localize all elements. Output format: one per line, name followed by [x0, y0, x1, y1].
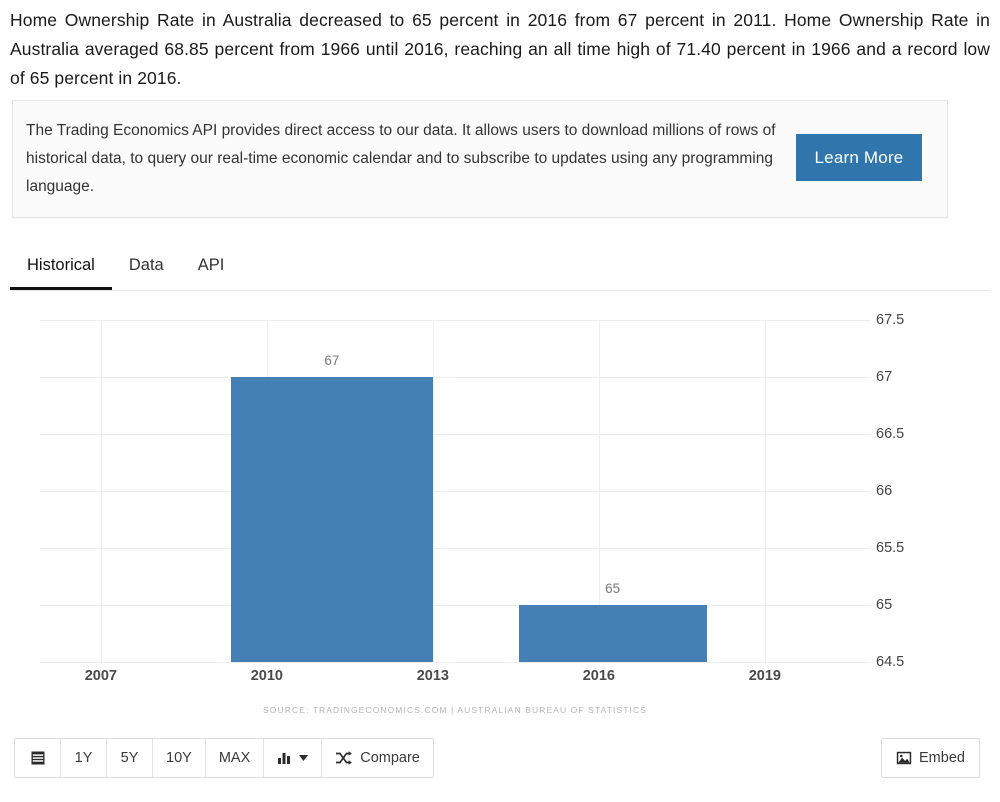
compare-button[interactable]: Compare [322, 739, 433, 777]
chart-gridline-vertical [764, 320, 766, 662]
chart-bar-value-label: 65 [605, 581, 621, 596]
chart-gridline-horizontal [40, 320, 870, 321]
chart-type-dropdown[interactable] [264, 739, 323, 777]
chart-gridline-vertical [432, 320, 434, 662]
chart-gridline-horizontal [40, 491, 870, 492]
chart-bar[interactable] [518, 605, 707, 662]
chart-toolbar: 1Y 5Y 10Y MAX Compare [14, 738, 434, 778]
x-axis-tick-label: 2013 [416, 668, 449, 684]
compare-label: Compare [360, 750, 420, 766]
range-10y-button[interactable]: 10Y [153, 739, 206, 777]
chart-gridline-horizontal [40, 377, 870, 378]
image-icon [896, 751, 912, 765]
range-5y-button[interactable]: 5Y [107, 739, 153, 777]
y-axis-tick-label: 65 [876, 597, 893, 613]
y-axis-tick-label: 66.5 [876, 426, 905, 442]
chart-gridline-horizontal [40, 548, 870, 549]
chart-gridline-horizontal [40, 434, 870, 435]
chart-bar-value-label: 67 [324, 353, 340, 368]
y-axis-tick-label: 65.5 [876, 540, 905, 556]
page-title: Home Ownership Rate in Australia decreas… [10, 10, 990, 88]
range-max-button[interactable]: MAX [205, 739, 265, 777]
chart-bar[interactable] [230, 377, 433, 662]
chart-source-note: SOURCE: TRADINGECONOMICS.COM | AUSTRALIA… [263, 705, 647, 715]
range-1y-button[interactable]: 1Y [61, 739, 107, 777]
y-axis-tick-label: 67.5 [876, 312, 905, 328]
chart-gridline-vertical [100, 320, 102, 662]
shuffle-icon [335, 751, 353, 765]
api-promo-box: The Trading Economics API provides direc… [12, 100, 948, 218]
y-axis-tick-label: 64.5 [876, 654, 905, 670]
chart-gridline-horizontal [40, 605, 870, 606]
date-range-picker-button[interactable] [15, 739, 61, 777]
tab-data[interactable]: Data [112, 248, 181, 290]
chevron-down-icon [299, 755, 309, 761]
x-axis-tick-label: 2019 [748, 668, 781, 684]
x-axis-tick-label: 2007 [84, 668, 117, 684]
tab-bar: Historical Data API [10, 248, 990, 291]
chart-gridline-horizontal [40, 662, 870, 663]
y-axis-tick-label: 66 [876, 483, 893, 499]
x-axis-tick-label: 2016 [582, 668, 615, 684]
api-promo-text: The Trading Economics API provides direc… [26, 122, 776, 195]
tab-api[interactable]: API [181, 248, 242, 290]
embed-button[interactable]: Embed [881, 738, 980, 778]
calendar-icon [30, 750, 46, 766]
x-axis-tick-label: 2010 [250, 668, 283, 684]
chart-plot-area[interactable]: 67 65 [40, 320, 870, 663]
embed-label: Embed [919, 750, 965, 766]
chart-container[interactable]: 67 65 67.5 67 66.5 66 65.5 65 64.5 2007 2010 2013… [0, 300, 1000, 730]
learn-more-button[interactable]: Learn More [796, 134, 922, 181]
tab-historical[interactable]: Historical [10, 248, 112, 290]
y-axis-tick-label: 67 [876, 369, 893, 385]
bar-chart-icon [277, 751, 293, 765]
